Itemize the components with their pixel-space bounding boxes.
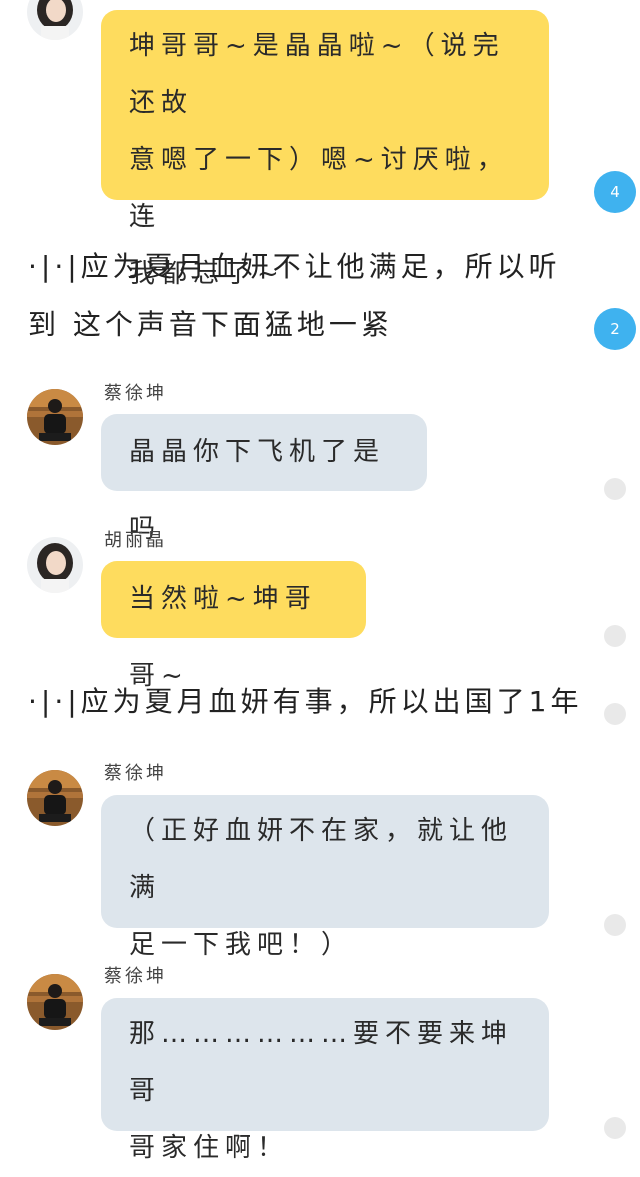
narration-text: ·|·|应为夏月血妍有事，所以出国了1年 <box>28 685 583 718</box>
sender-name: 胡丽晶 <box>104 530 167 551</box>
sender-name: 蔡徐坤 <box>104 966 167 987</box>
comment-dot[interactable] <box>604 1117 626 1139</box>
avatar-male[interactable] <box>27 770 83 826</box>
comment-dot[interactable] <box>604 914 626 936</box>
comment-dot[interactable] <box>604 703 626 725</box>
avatar-male[interactable] <box>27 389 83 445</box>
avatar-female[interactable] <box>27 0 83 40</box>
message-bubble[interactable]: 晶晶你下飞机了是吗 <box>101 414 427 544</box>
comment-dot[interactable] <box>604 478 626 500</box>
sender-name: 蔡徐坤 <box>104 763 167 784</box>
comment-count-badge[interactable]: 2 <box>594 308 636 350</box>
message-bubble[interactable]: 那………………要不要来坤哥 哥家住啊！ <box>101 998 549 1163</box>
message-bubble[interactable]: 当然啦~坤哥哥~ <box>101 561 366 691</box>
avatar-male[interactable] <box>27 974 83 1030</box>
sender-name: 蔡徐坤 <box>104 383 167 404</box>
narration-text: ·|·|应为夏月血妍不让他满足，所以听到 这个声音下面猛地一紧 <box>28 250 561 341</box>
comment-count-badge[interactable]: 4 <box>594 171 636 213</box>
comment-dot[interactable] <box>604 625 626 647</box>
avatar-female[interactable] <box>27 537 83 593</box>
message-bubble[interactable]: 坤哥哥~是晶晶啦~（说完还故 意嗯了一下）嗯~讨厌啦，连 我都忘了~ <box>101 10 549 289</box>
message-bubble[interactable]: （正好血妍不在家，就让他满 足一下我吧！） <box>101 795 549 960</box>
